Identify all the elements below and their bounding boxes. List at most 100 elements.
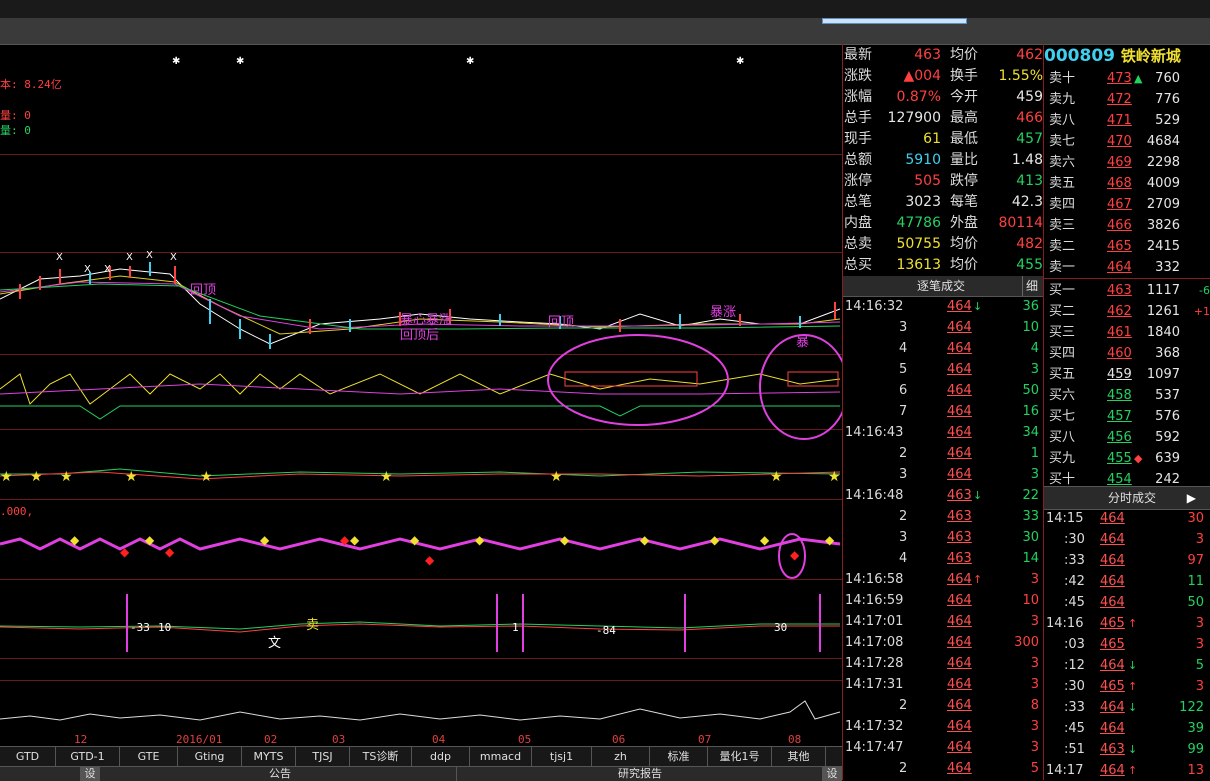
fenshi-row[interactable]: :42 464 11 xyxy=(1044,571,1210,592)
indicator-tab[interactable]: tjsj1 xyxy=(532,747,592,767)
fenshi-row[interactable]: :51 463 ↓ 99 xyxy=(1044,739,1210,760)
tick-row[interactable]: 6 464 50 xyxy=(843,380,1043,401)
fenshi-row[interactable]: 14:15 464 30 xyxy=(1044,508,1210,529)
announcement-tab[interactable]: 公告 xyxy=(104,767,457,781)
fenshi-row[interactable]: 14:16 465 ↑ 3 xyxy=(1044,613,1210,634)
indicator-tab[interactable]: Gting xyxy=(178,747,242,767)
indicator-tab[interactable]: GTE xyxy=(120,747,178,767)
settings-button-left[interactable]: 设 xyxy=(80,767,100,781)
tick-row[interactable]: 14:17:28 464 3 xyxy=(843,653,1043,674)
orderbook-row[interactable]: 卖六 469 2298 xyxy=(1044,152,1210,173)
orderbook-row[interactable]: 卖四 467 2709 xyxy=(1044,194,1210,215)
indicator-tab[interactable]: zh xyxy=(592,747,650,767)
indicator-tab[interactable]: MYTS xyxy=(242,747,296,767)
orderbook-row[interactable]: 卖五 468 4009 xyxy=(1044,173,1210,194)
highlight-ellipse xyxy=(547,334,729,426)
fenshi-volume: 122 xyxy=(1179,700,1204,715)
tick-row[interactable]: 3 464 10 xyxy=(843,317,1043,338)
tick-row[interactable]: 2 464 1 xyxy=(843,443,1043,464)
tick-row[interactable]: 14:17:32 464 3 xyxy=(843,716,1043,737)
orderbook-row[interactable]: 买三 461 1840 xyxy=(1044,322,1210,343)
tick-row[interactable]: 7 464 16 xyxy=(843,401,1043,422)
orderbook-row[interactable]: 买七 457 576 xyxy=(1044,406,1210,427)
orderbook-row[interactable]: 卖七 470 4684 xyxy=(1044,131,1210,152)
tick-row[interactable]: 14:16:59 464 10 xyxy=(843,590,1043,611)
orderbook-row[interactable]: 卖九 472 776 xyxy=(1044,89,1210,110)
toolbar xyxy=(0,18,1210,45)
tick-row[interactable]: 3 463 30 xyxy=(843,527,1043,548)
fenshi-list[interactable]: 14:15 464 30:30 464 3:33 464 97:42 464 11:45 464 5… xyxy=(1044,508,1210,780)
tick-price: 464 xyxy=(947,362,972,377)
orderbook-row[interactable]: 买四 460 368 xyxy=(1044,343,1210,364)
orderbook-row[interactable]: 买五 459 1097 xyxy=(1044,364,1210,385)
settings-button-right[interactable]: 设 xyxy=(822,767,842,781)
fenshi-row[interactable]: :33 464 ↓ 122 xyxy=(1044,697,1210,718)
time-label: 05 xyxy=(518,733,532,746)
tick-header[interactable]: 逐笔成交 细 xyxy=(843,276,1043,297)
tick-row[interactable]: 14:17:47 464 3 xyxy=(843,737,1043,758)
research-report-tab[interactable]: 研究报告 xyxy=(460,767,820,781)
orderbook-level: 卖九 xyxy=(1049,92,1076,107)
tick-row[interactable]: 14:17:08 464 300 xyxy=(843,632,1043,653)
tick-row[interactable]: 2 464 5 xyxy=(843,758,1043,779)
fenshi-row[interactable]: :33 464 97 xyxy=(1044,550,1210,571)
orderbook-row[interactable]: 买一 463 1117 -6 xyxy=(1044,280,1210,301)
arrow-up-icon: ↑ xyxy=(1128,680,1138,693)
toolbar-input[interactable] xyxy=(822,18,967,24)
tick-row[interactable]: 2 464 8 xyxy=(843,695,1043,716)
indicator-tab[interactable]: TJSJ xyxy=(296,747,350,767)
orderbook-row[interactable]: 卖十 473 ▲ 760 xyxy=(1044,68,1210,89)
svg-text:✱: ✱ xyxy=(466,56,474,67)
orderbook-price: 465 xyxy=(1107,239,1132,254)
tick-row[interactable]: 14:17:31 464 3 xyxy=(843,674,1043,695)
indicator-tab[interactable]: ddp xyxy=(412,747,470,767)
tick-row[interactable]: 4 464 4 xyxy=(843,338,1043,359)
fenshi-row[interactable]: :03 465 3 xyxy=(1044,634,1210,655)
indicator-tab[interactable]: GTD-1 xyxy=(56,747,120,767)
indicator-tab[interactable]: 标准 xyxy=(650,747,708,767)
indicator-tab[interactable]: 量化1号 xyxy=(708,747,772,767)
orderbook-row[interactable]: 卖二 465 2415 xyxy=(1044,236,1210,257)
indicator-tab[interactable]: GTD xyxy=(0,747,56,767)
orderbook-row[interactable]: 卖三 466 3826 xyxy=(1044,215,1210,236)
quote-row: 最新 463 均价 462 xyxy=(843,45,1043,66)
quote-label: 总买 xyxy=(844,257,872,273)
fenshi-row[interactable]: 14:17 464 ↑ 13 xyxy=(1044,760,1210,781)
tick-row[interactable]: 14:17:01 464 3 xyxy=(843,611,1043,632)
tick-row[interactable]: 4 463 14 xyxy=(843,548,1043,569)
fenshi-row[interactable]: :12 464 ↓ 5 xyxy=(1044,655,1210,676)
orderbook-row[interactable]: 买九 455 ◆ 639 xyxy=(1044,448,1210,469)
indicator-tab[interactable]: mmacd xyxy=(470,747,532,767)
tick-row[interactable]: 14:16:58 464 ↑ 3 xyxy=(843,569,1043,590)
tick-row[interactable]: 3 464 3 xyxy=(843,464,1043,485)
kline-chart-area[interactable]: 本: 8.24亿 量: 0 量: 0 .000, ✱ ✱ ✱ ✱ 回顶 暴心暴涨… xyxy=(0,44,842,746)
tick-row[interactable]: 14:16:43 464 34 xyxy=(843,422,1043,443)
orderbook-row[interactable]: 卖一 464 332 xyxy=(1044,257,1210,278)
tick-volume: 36 xyxy=(1022,299,1039,314)
fenshi-volume: 50 xyxy=(1187,595,1204,610)
osc-value: -84 xyxy=(596,624,616,637)
fenshi-row[interactable]: :45 464 50 xyxy=(1044,592,1210,613)
tick-row[interactable]: 5 464 3 xyxy=(843,359,1043,380)
orderbook-row[interactable]: 买六 458 537 xyxy=(1044,385,1210,406)
tick-row[interactable]: 14:16:48 463 ↓ 22 xyxy=(843,485,1043,506)
tick-row[interactable]: 14:16:32 464 ↓ 36 xyxy=(843,296,1043,317)
orderbook-row[interactable]: 买二 462 1261 +1 xyxy=(1044,301,1210,322)
fenshi-row[interactable]: :30 464 3 xyxy=(1044,529,1210,550)
tick-row[interactable]: 2 463 33 xyxy=(843,506,1043,527)
triangle-up-icon: ▲ xyxy=(1134,72,1143,85)
tick-detail-button[interactable]: 细 xyxy=(1021,276,1041,296)
fenshi-volume: 3 xyxy=(1195,616,1204,631)
indicator-tab[interactable]: TS诊断 xyxy=(350,747,412,767)
tick-list[interactable]: 14:16:32 464 ↓ 36 3 464 10 4 464 4 5 464 3 6 464 50 7 464… xyxy=(843,296,1043,780)
fenshi-header[interactable]: 分时成交 ▶ xyxy=(1044,486,1210,510)
indicator-tab[interactable]: 其他 xyxy=(772,747,826,767)
orderbook-price: 471 xyxy=(1107,113,1132,128)
fenshi-row[interactable]: :45 464 39 xyxy=(1044,718,1210,739)
orderbook-row[interactable]: 卖八 471 529 xyxy=(1044,110,1210,131)
orderbook-row[interactable]: 买八 456 592 xyxy=(1044,427,1210,448)
fenshi-row[interactable]: :30 465 ↑ 3 xyxy=(1044,676,1210,697)
orderbook-list[interactable]: 卖十 473 ▲ 760 卖九 472 776 卖八 471 529 卖七 470 4684 卖六 469 2… xyxy=(1044,68,1210,488)
quote-value: 1.55% xyxy=(998,68,1043,84)
play-icon[interactable]: ▶ xyxy=(1187,487,1196,509)
